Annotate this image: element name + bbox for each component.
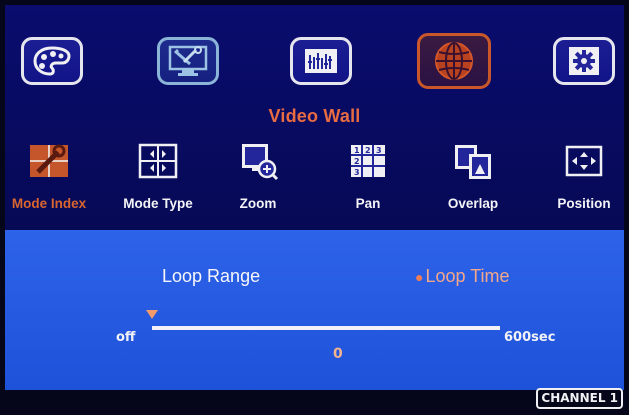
loop-time-slider[interactable]: [152, 326, 500, 330]
osd-options-panel: [5, 230, 624, 390]
svg-text:2: 2: [354, 157, 360, 166]
selected-dot-icon: ●: [415, 269, 424, 285]
slider-handle-icon[interactable]: [146, 310, 158, 319]
svg-text:3: 3: [376, 146, 382, 155]
position-arrows-icon: [565, 145, 603, 176]
tab-display-tools[interactable]: [157, 37, 219, 85]
pan-grid-icon: 123 23: [351, 144, 385, 177]
submenu-label: Mode Index: [11, 196, 87, 211]
overlap-icon: [455, 144, 491, 179]
submenu-label: Position: [557, 196, 611, 211]
tab-palette[interactable]: [21, 37, 83, 85]
submenu-label: Mode Type: [123, 196, 193, 211]
palette-icon: [33, 46, 71, 76]
tab-adjust[interactable]: [290, 37, 352, 85]
channel-badge: CHANNEL 1: [536, 388, 623, 409]
svg-text:1: 1: [354, 146, 360, 155]
option-loop-range[interactable]: Loop Range: [162, 266, 260, 287]
monitor-tools-icon: [168, 45, 208, 76]
zoom-icon: [242, 143, 279, 180]
tab-video-wall[interactable]: [417, 33, 491, 89]
submenu-position[interactable]: Position: [544, 137, 624, 211]
submenu-label: Pan: [355, 196, 381, 211]
globe-icon: [435, 42, 473, 80]
slider-min-label: off: [116, 330, 136, 345]
submenu-mode-index[interactable]: Mode Index: [9, 137, 89, 211]
menu-title: Video Wall: [268, 106, 361, 126]
submenu-overlap[interactable]: Overlap: [433, 137, 513, 211]
option-label: Loop Time: [425, 266, 510, 286]
submenu-label: Zoom: [239, 196, 277, 211]
option-loop-time[interactable]: ● Loop Time: [415, 266, 510, 287]
svg-text:3: 3: [354, 168, 360, 177]
equalizer-icon: [305, 49, 337, 73]
osd-screen: Video Wall Mode Index Mode Type Zoom 1 2…: [0, 0, 629, 415]
submenu-label: Overlap: [447, 196, 499, 211]
gear-icon: [569, 47, 599, 75]
submenu-pan[interactable]: 123 23 Pan: [328, 137, 408, 211]
mode-type-icon: [138, 143, 178, 178]
submenu-zoom[interactable]: Zoom: [218, 137, 298, 211]
submenu-mode-type[interactable]: Mode Type: [118, 137, 198, 211]
svg-text:2: 2: [365, 146, 371, 155]
slider-max-label: 600sec: [504, 330, 556, 345]
slider-value: 0: [333, 346, 343, 362]
tab-settings[interactable]: [553, 37, 615, 85]
option-label: Loop Range: [162, 266, 261, 286]
mode-index-icon: [30, 144, 68, 177]
